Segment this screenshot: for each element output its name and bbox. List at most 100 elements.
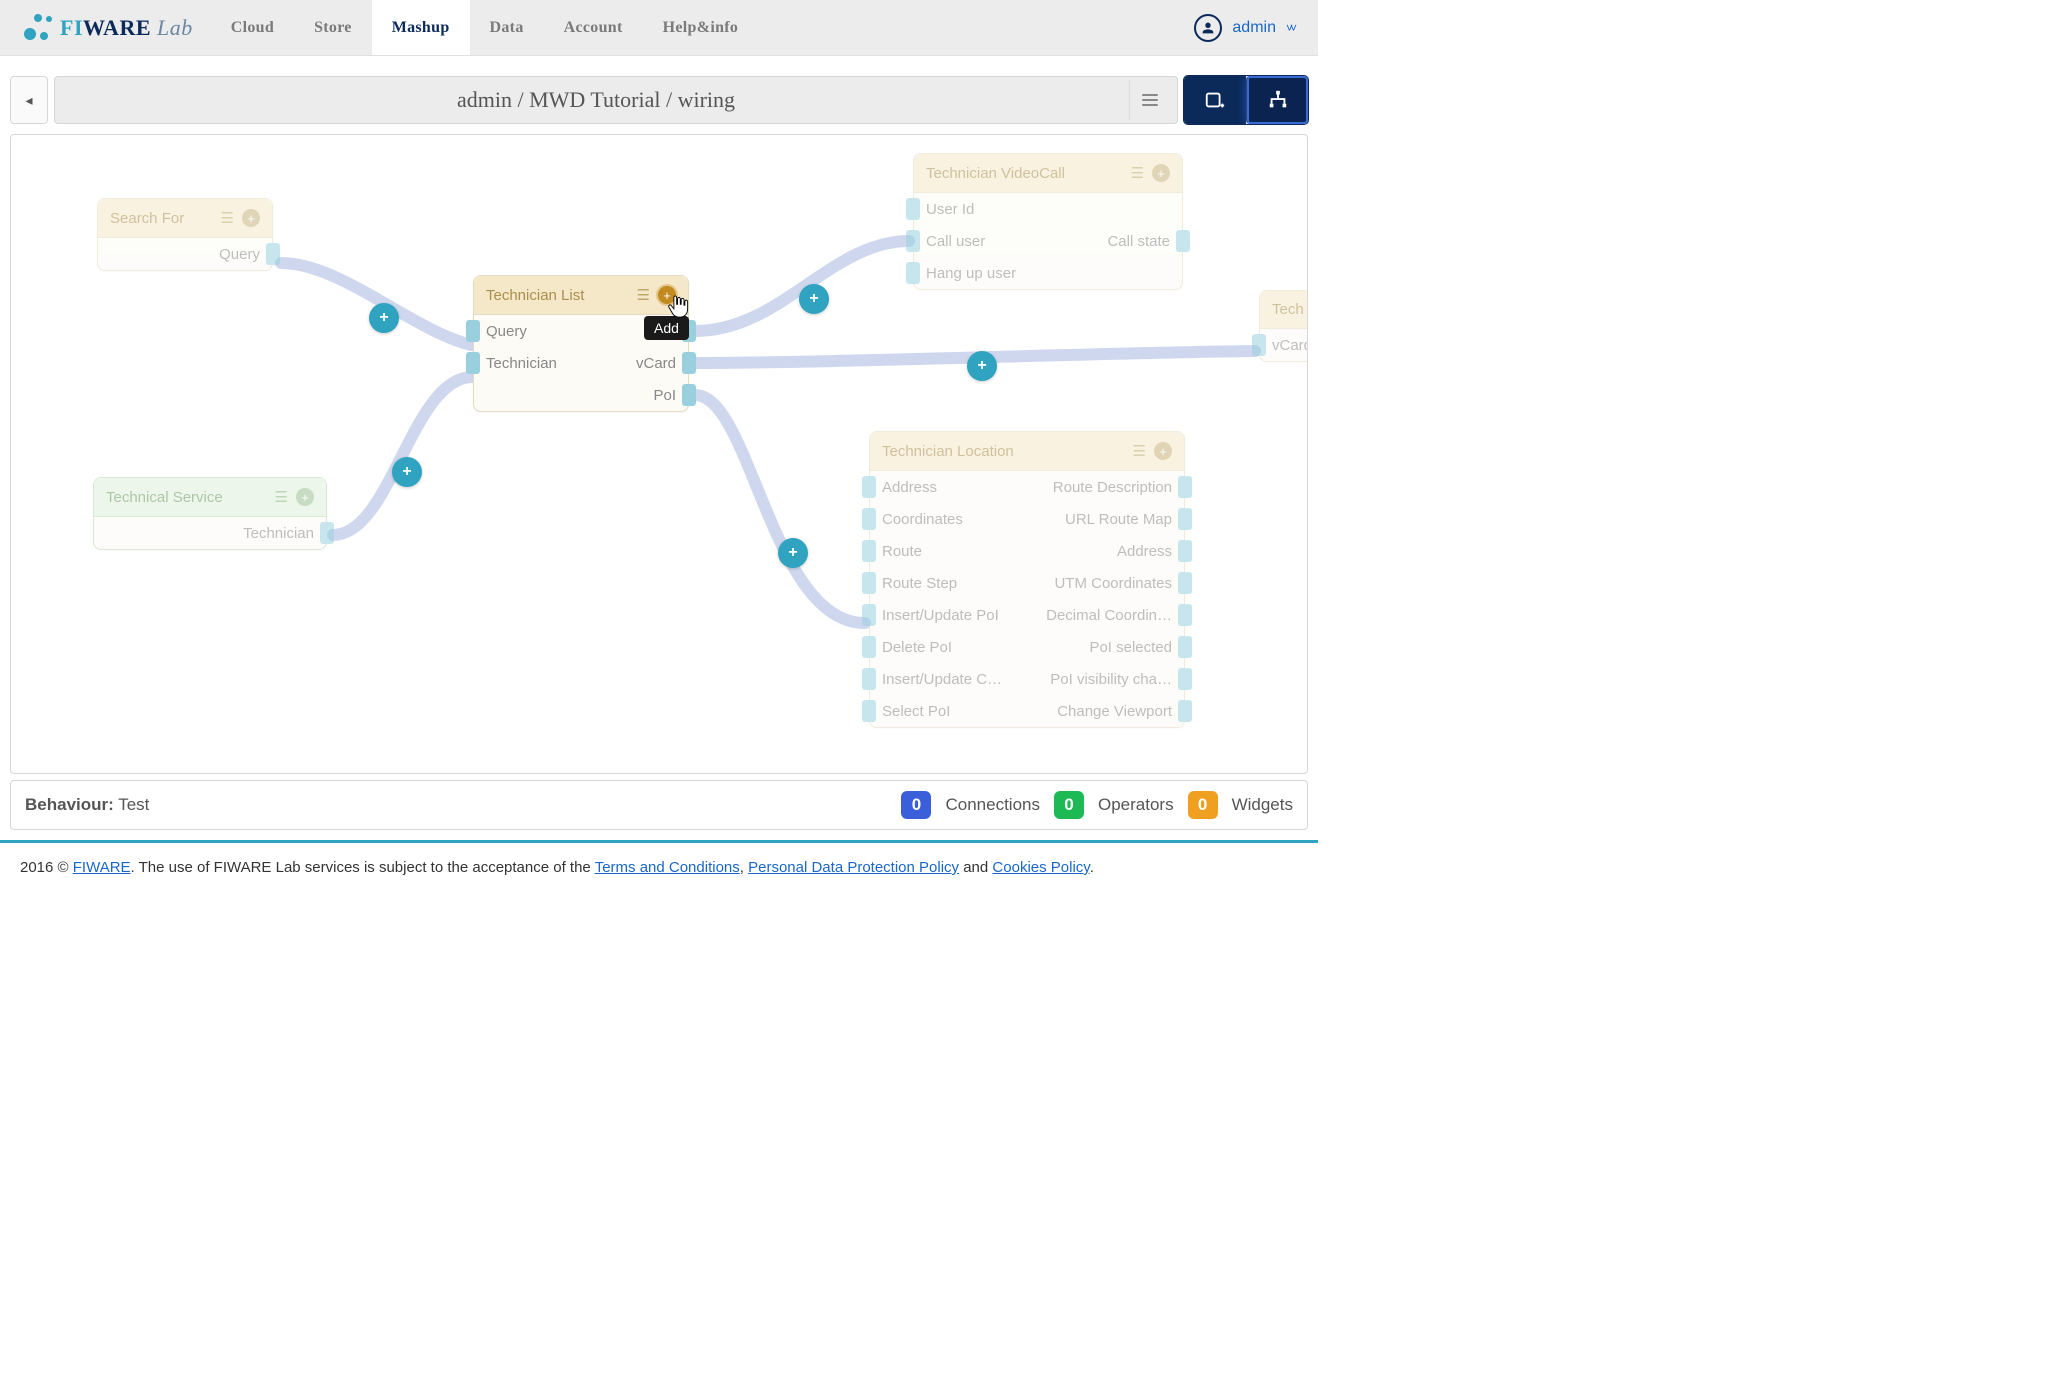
port-label: Insert/Update PoI: [882, 607, 1027, 624]
node-menu-icon[interactable]: ☰: [275, 490, 288, 505]
footer-link-cookies[interactable]: Cookies Policy: [992, 859, 1089, 876]
output-port[interactable]: [1178, 668, 1192, 690]
output-port[interactable]: [320, 522, 334, 544]
operators-badge: 0: [1054, 791, 1084, 819]
operators-label: Operators: [1098, 795, 1174, 815]
node-title: Technician VideoCall: [926, 165, 1123, 182]
port-label: Technician: [210, 525, 314, 542]
connections-label: Connections: [945, 795, 1040, 815]
input-port[interactable]: [862, 636, 876, 658]
input-port[interactable]: [862, 508, 876, 530]
node-search-for[interactable]: Search For ☰ + Query: [97, 198, 273, 271]
node-title: Tech: [1272, 301, 1308, 318]
wire-add-button[interactable]: +: [392, 457, 422, 487]
port-label: Coordinates: [882, 511, 1027, 528]
nav-tab-store[interactable]: Store: [294, 0, 372, 55]
user-icon: [1194, 14, 1222, 42]
add-component-button[interactable]: [1184, 76, 1246, 124]
nav-tab-mashup[interactable]: Mashup: [372, 0, 470, 55]
node-menu-icon[interactable]: ☰: [1133, 444, 1146, 459]
port-label: Hang up user: [926, 265, 1048, 282]
output-port[interactable]: [266, 243, 280, 265]
output-port[interactable]: [1178, 508, 1192, 530]
nav-tab-cloud[interactable]: Cloud: [211, 0, 294, 55]
top-nav: FIWARELab Cloud Store Mashup Data Accoun…: [0, 0, 1318, 56]
output-port[interactable]: [1178, 700, 1192, 722]
input-port[interactable]: [906, 198, 920, 220]
output-port[interactable]: [1178, 572, 1192, 594]
input-port[interactable]: [862, 572, 876, 594]
breadcrumb-bar: admin / MWD Tutorial / wiring: [54, 76, 1178, 124]
node-menu-icon[interactable]: ☰: [1131, 166, 1144, 181]
input-port[interactable]: [906, 230, 920, 252]
wiring-canvas[interactable]: Search For ☰ + Query Technical Service ☰…: [10, 134, 1308, 774]
node-tech-partial[interactable]: Tech vCard: [1259, 290, 1308, 362]
port-label: Address: [1027, 543, 1172, 560]
wire-add-button[interactable]: +: [778, 538, 808, 568]
footer-link-terms[interactable]: Terms and Conditions: [595, 859, 740, 876]
widgets-label: Widgets: [1232, 795, 1293, 815]
input-port[interactable]: [906, 262, 920, 284]
nav-tabs: Cloud Store Mashup Data Account Help&inf…: [211, 0, 758, 55]
nav-tab-data[interactable]: Data: [470, 0, 544, 55]
nav-tab-account[interactable]: Account: [544, 0, 643, 55]
port-label: Query: [185, 246, 260, 263]
output-port[interactable]: [1178, 540, 1192, 562]
footer-link-privacy[interactable]: Personal Data Protection Policy: [748, 859, 959, 876]
wiring-view-button[interactable]: [1246, 76, 1308, 124]
node-menu-icon[interactable]: ☰: [637, 288, 650, 303]
port-label: Query: [486, 323, 581, 340]
wire-add-button[interactable]: +: [799, 284, 829, 314]
node-add-icon[interactable]: +: [1154, 442, 1172, 460]
input-port[interactable]: [862, 700, 876, 722]
chevron-down-icon: ˅˅: [1286, 21, 1294, 35]
wire-add-button[interactable]: +: [967, 351, 997, 381]
node-title: Technical Service: [106, 489, 267, 506]
node-add-icon[interactable]: +: [1152, 164, 1170, 182]
footer-text: 2016 ©: [20, 859, 73, 876]
wire-add-button[interactable]: +: [369, 303, 399, 333]
port-label: Route Step: [882, 575, 1027, 592]
footer-text: ,: [740, 859, 748, 876]
node-technician-videocall[interactable]: Technician VideoCall ☰ + User Id Call us…: [913, 153, 1183, 290]
input-port[interactable]: [862, 668, 876, 690]
output-port[interactable]: [1178, 636, 1192, 658]
port-label: Route Description: [1027, 479, 1172, 496]
input-port[interactable]: [466, 352, 480, 374]
status-bar: Behaviour: Test 0 Connections 0 Operator…: [10, 780, 1308, 830]
port-label: Technician: [486, 355, 581, 372]
toolbar: ◂ admin / MWD Tutorial / wiring: [0, 56, 1318, 124]
nav-tab-help[interactable]: Help&info: [643, 0, 759, 55]
breadcrumb-menu-button[interactable]: [1129, 80, 1169, 120]
back-button[interactable]: ◂: [10, 76, 48, 124]
port-label: Address: [882, 479, 1027, 496]
output-port[interactable]: [1176, 230, 1190, 252]
port-label: Call user: [926, 233, 1048, 250]
input-port[interactable]: [466, 320, 480, 342]
output-port[interactable]: [1178, 604, 1192, 626]
footer-text: .: [1090, 859, 1094, 876]
node-add-icon[interactable]: +: [296, 488, 314, 506]
node-menu-icon[interactable]: ☰: [221, 211, 234, 226]
input-port[interactable]: [862, 540, 876, 562]
input-port[interactable]: [862, 476, 876, 498]
port-label: Route: [882, 543, 1027, 560]
node-technician-list[interactable]: Technician List ☰ + QueryUser Technician…: [473, 275, 689, 412]
footer-link-fiware[interactable]: FIWARE: [73, 859, 131, 876]
output-port[interactable]: [682, 352, 696, 374]
brand-logo[interactable]: FIWARELab: [24, 0, 193, 55]
footer-text: . The use of FIWARE Lab services is subj…: [131, 859, 595, 876]
behaviour-label: Behaviour: Test: [25, 795, 149, 815]
node-technical-service[interactable]: Technical Service ☰ + Technician: [93, 477, 327, 550]
input-port[interactable]: [1252, 334, 1266, 356]
breadcrumb: admin / MWD Tutorial / wiring: [63, 87, 1129, 113]
port-label: User Id: [926, 201, 1048, 218]
user-menu[interactable]: admin ˅˅: [1170, 0, 1318, 55]
node-technician-location[interactable]: Technician Location ☰ + AddressRoute Des…: [869, 431, 1185, 728]
output-port[interactable]: [1178, 476, 1192, 498]
logo-dots-icon: [24, 14, 52, 42]
node-title: Search For: [110, 210, 213, 227]
node-add-icon[interactable]: +: [242, 209, 260, 227]
output-port[interactable]: [682, 384, 696, 406]
input-port[interactable]: [862, 604, 876, 626]
